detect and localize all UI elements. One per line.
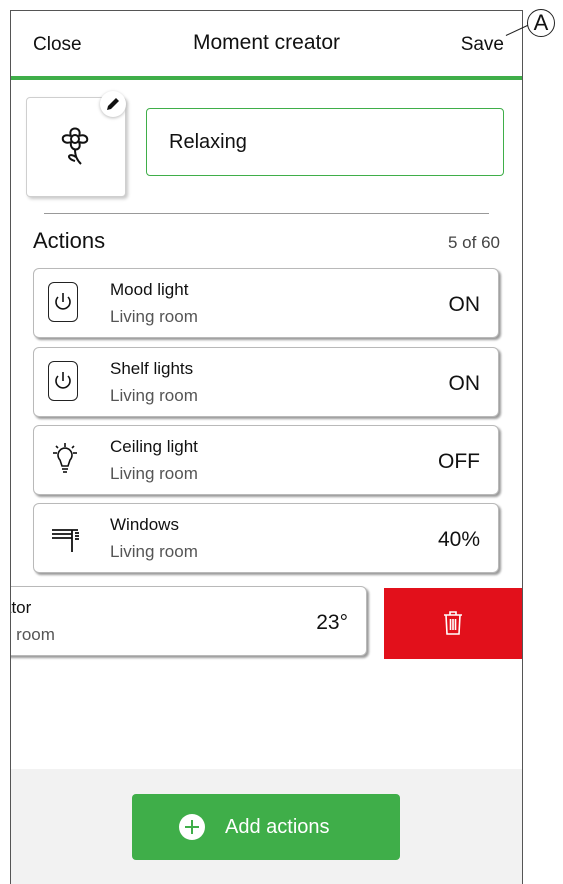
actions-heading: Actions xyxy=(33,228,106,253)
app-screen: Close Moment creator Save Relaxing Actio… xyxy=(10,10,523,884)
action-card-ceiling-light[interactable]: Ceiling light Living room OFF xyxy=(33,425,499,495)
trash-icon xyxy=(444,611,462,635)
header: Close Moment creator Save xyxy=(11,11,522,77)
action-card-windows[interactable]: Windows Living room 40% xyxy=(33,503,499,573)
actions-count: 5 of 60 xyxy=(448,233,500,252)
action-card-shelf-lights[interactable]: Shelf lights Living room ON xyxy=(33,347,499,417)
action-card-mood-light[interactable]: Mood light Living room ON xyxy=(33,268,499,338)
action-room: Living room xyxy=(110,386,198,405)
action-room: Living room xyxy=(110,464,198,483)
power-icon xyxy=(48,361,78,401)
add-actions-button[interactable]: Add actions xyxy=(132,794,400,860)
add-actions-label: Add actions xyxy=(225,816,330,838)
edit-icon-button[interactable] xyxy=(100,91,126,117)
action-room: g room xyxy=(11,625,55,644)
bulb-icon xyxy=(48,440,84,480)
action-value: OFF xyxy=(438,450,480,473)
action-card-thermostat[interactable]: ator g room 23° xyxy=(11,586,367,656)
header-divider xyxy=(11,76,522,80)
page-title: Moment creator xyxy=(192,31,341,54)
shutter-icon xyxy=(48,518,84,558)
power-icon xyxy=(48,282,78,322)
action-room: Living room xyxy=(110,307,198,326)
action-value: 23° xyxy=(316,611,348,634)
moment-name-input[interactable]: Relaxing xyxy=(146,108,504,176)
action-name: Windows xyxy=(110,515,179,534)
callout-marker: A xyxy=(527,9,555,37)
action-value: 40% xyxy=(437,528,480,551)
action-name: Mood light xyxy=(110,280,189,299)
action-room: Living room xyxy=(110,542,198,561)
save-button[interactable]: Save xyxy=(461,34,504,56)
action-name: Shelf lights xyxy=(110,359,194,378)
action-value: ON xyxy=(448,293,481,316)
section-divider xyxy=(44,213,489,214)
action-name: ator xyxy=(11,598,32,617)
plus-icon xyxy=(179,814,205,840)
action-name: Ceiling light xyxy=(110,437,198,456)
pencil-icon xyxy=(107,98,119,110)
flower-icon xyxy=(61,127,89,165)
delete-action-button[interactable] xyxy=(384,588,522,659)
action-value: ON xyxy=(448,372,481,395)
